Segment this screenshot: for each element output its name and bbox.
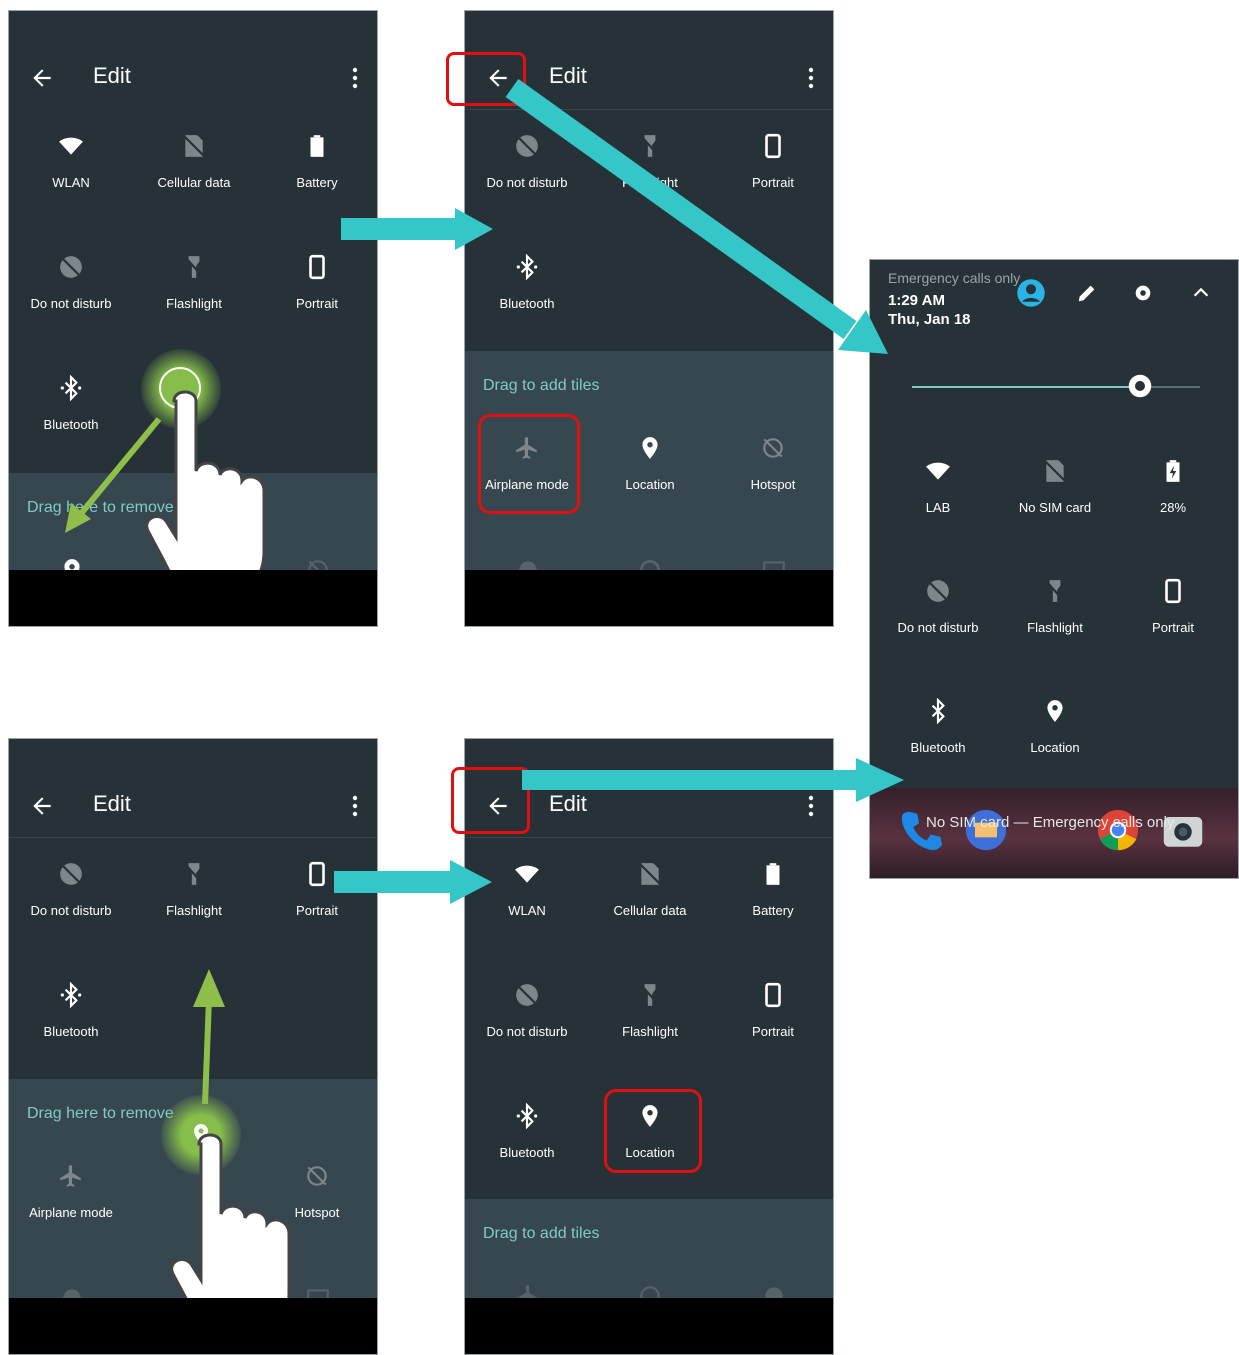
- wifi-icon: [926, 462, 950, 480]
- highlight-back-button-bottom: [451, 767, 530, 834]
- header-divider: [465, 837, 833, 838]
- wifi-icon: [515, 865, 539, 883]
- tray-title: Drag to add tiles: [483, 377, 600, 394]
- tile-label: Do not disturb: [486, 175, 568, 190]
- tile-label: WLAN: [508, 903, 546, 918]
- tile-do-not-disturb[interactable]: Do not disturb: [467, 133, 587, 233]
- tile-label: Battery: [752, 903, 794, 918]
- do-not-disturb-icon: [927, 580, 949, 602]
- highlight-airplane-mode: [478, 414, 580, 514]
- tile-flashlight[interactable]: Flashlight: [995, 578, 1115, 678]
- brightness-slider[interactable]: [912, 374, 1200, 398]
- brightness-icon[interactable]: [1125, 371, 1155, 401]
- tile-label: No SIM card: [1018, 500, 1092, 515]
- header-divider: [465, 109, 833, 110]
- portrait-icon: [765, 982, 781, 1008]
- tile-label: Cellular data: [613, 903, 687, 918]
- tile-cellular-data[interactable]: Cellular data: [590, 861, 710, 961]
- tile-location[interactable]: Location: [995, 698, 1115, 798]
- tile-label: Hotspot: [750, 477, 796, 492]
- more-options-icon[interactable]: [807, 795, 815, 817]
- tile-label: Location: [1030, 740, 1080, 755]
- tile-bluetooth[interactable]: Bluetooth: [878, 698, 998, 798]
- tile-portrait[interactable]: Portrait: [713, 982, 833, 1082]
- tile-label: Do not disturb: [897, 620, 979, 635]
- tile-label: LAB: [925, 500, 951, 515]
- flashlight-icon: [640, 135, 660, 157]
- more-options-icon[interactable]: [807, 67, 815, 89]
- tile-label: Location: [625, 477, 675, 492]
- page-title: Edit: [549, 791, 587, 816]
- user-icon[interactable]: [1016, 278, 1046, 308]
- tile-flashlight[interactable]: Flashlight: [590, 133, 710, 233]
- tile-label: Portrait: [752, 175, 794, 190]
- highlight-location: [604, 1089, 702, 1173]
- navigation-bar: [465, 1298, 833, 1354]
- no-sim-icon: [1044, 460, 1066, 482]
- tile-wlan[interactable]: WLAN: [467, 861, 587, 961]
- tile-label: Bluetooth: [499, 296, 555, 311]
- tile-bluetooth[interactable]: Bluetooth: [467, 254, 587, 354]
- portrait-icon: [765, 133, 781, 159]
- bluetooth-icon: [516, 1103, 538, 1129]
- do-not-disturb-icon: [516, 984, 538, 1006]
- tile-do-not-disturb[interactable]: Do not disturb: [878, 578, 998, 678]
- location-icon: [642, 437, 658, 459]
- bluetooth-icon: [931, 698, 945, 724]
- tile-no-sim[interactable]: No SIM card: [995, 458, 1115, 558]
- battery-icon: [766, 863, 780, 885]
- tile-wifi-lab[interactable]: LAB: [878, 458, 998, 558]
- page-title: Edit: [549, 63, 587, 88]
- location-icon: [1047, 700, 1063, 722]
- edit-pencil-icon[interactable]: [1076, 282, 1098, 304]
- tile-label: Do not disturb: [486, 1024, 568, 1039]
- gear-icon[interactable]: [1132, 282, 1154, 304]
- navigation-bar: [465, 570, 833, 626]
- flashlight-icon: [1045, 580, 1065, 602]
- screen-edit-4: Edit Do not disturb Flashlight Portrait …: [8, 738, 378, 1355]
- screen-edit-1: Edit WLAN Cellular data Battery Do not d…: [8, 10, 378, 627]
- tile-label: Flashlight: [622, 175, 678, 190]
- navigation-bar: [9, 1298, 377, 1354]
- time-text: 1:29 AM: [888, 292, 945, 309]
- tray-title: Drag to add tiles: [483, 1225, 600, 1242]
- tile-label: Flashlight: [622, 1024, 678, 1039]
- highlight-back-button-top: [446, 52, 526, 106]
- battery-charging-icon: [1166, 460, 1180, 482]
- bluetooth-icon: [516, 254, 538, 280]
- date-text: Thu, Jan 18: [888, 311, 971, 328]
- tile-label: Portrait: [752, 1024, 794, 1039]
- tile-portrait[interactable]: Portrait: [1113, 578, 1233, 678]
- tile-do-not-disturb[interactable]: Do not disturb: [467, 982, 587, 1082]
- tile-label: Flashlight: [1027, 620, 1083, 635]
- hotspot-icon: [763, 438, 783, 458]
- tile-battery[interactable]: 28%: [1113, 458, 1233, 558]
- flashlight-icon: [640, 984, 660, 1006]
- tile-portrait[interactable]: Portrait: [713, 133, 833, 233]
- portrait-icon: [1165, 578, 1181, 604]
- do-not-disturb-icon: [516, 135, 538, 157]
- tile-battery[interactable]: Battery: [713, 861, 833, 961]
- navigation-bar: [9, 570, 377, 626]
- no-sim-icon: [639, 863, 661, 885]
- brightness-fill: [912, 386, 1140, 388]
- tile-location[interactable]: Location: [590, 435, 710, 535]
- tile-label: Bluetooth: [499, 1145, 555, 1160]
- tile-flashlight[interactable]: Flashlight: [590, 982, 710, 1082]
- tile-label: Portrait: [1152, 620, 1194, 635]
- tile-label: Bluetooth: [910, 740, 966, 755]
- tile-hotspot[interactable]: Hotspot: [713, 435, 833, 535]
- quick-settings-panel: Emergency calls only 1:29 AM Thu, Jan 18…: [869, 259, 1239, 879]
- home-wallpaper-strip: No SIM card — Emergency calls only: [870, 788, 1238, 878]
- tile-label: 28%: [1159, 500, 1187, 515]
- status-text: Emergency calls only: [888, 270, 1021, 286]
- collapse-chevron-icon[interactable]: [1190, 282, 1212, 304]
- emergency-calls-text: No SIM card — Emergency calls only: [926, 814, 1175, 831]
- tile-bluetooth[interactable]: Bluetooth: [467, 1103, 587, 1203]
